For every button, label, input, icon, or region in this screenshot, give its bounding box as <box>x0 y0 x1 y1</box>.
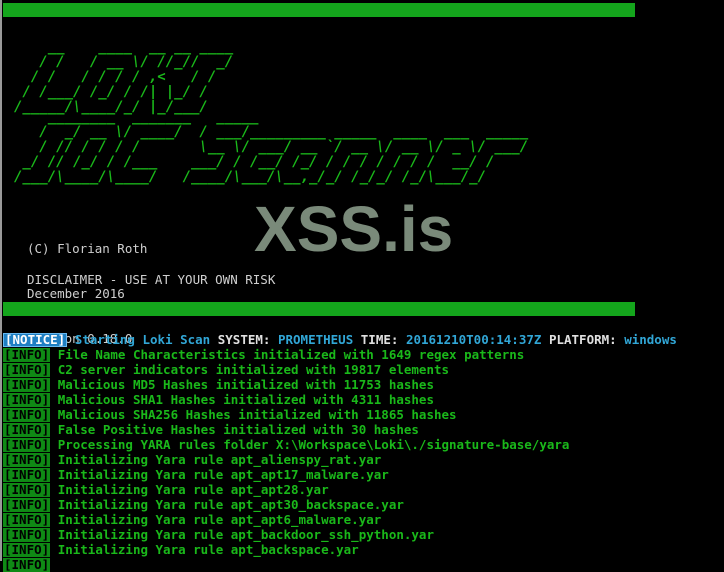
top-separator-bar <box>3 3 635 17</box>
time-key: TIME: <box>360 332 399 347</box>
log-line: [INFO] Initializing Yara rule apt_apt28.… <box>3 482 724 497</box>
log-text: File Name Characteristics initialized wi… <box>57 347 525 362</box>
log-text: Malicious SHA1 Hashes initialized with 4… <box>57 392 434 407</box>
info-tag: [INFO] <box>3 377 51 392</box>
info-tag: [INFO] <box>3 422 51 437</box>
log-text: Initializing Yara rule apt_alienspy_rat.… <box>57 452 382 467</box>
info-tag: [INFO] <box>3 437 51 452</box>
log-text: Initializing Yara rule apt_apt6_malware.… <box>57 512 382 527</box>
info-tag: [INFO] <box>3 392 51 407</box>
system-value: PROMETHEUS <box>277 332 354 347</box>
platform-key: PLATFORM: <box>548 332 617 347</box>
log-line: [INFO] Initializing Yara rule apt_apt6_m… <box>3 512 724 527</box>
ioc-scanner-ascii-logo: ________ _______ _____ / _/ __ \/ ____/ … <box>14 109 529 185</box>
log-line: [INFO] Processing YARA rules folder X:\W… <box>3 437 724 452</box>
info-tag: [INFO] <box>3 557 51 572</box>
info-tag: [INFO] <box>3 362 51 377</box>
author-text: (C) Florian Roth <box>27 241 148 256</box>
system-key: SYSTEM: <box>217 332 271 347</box>
notice-line: [NOTICE] Starting Loki Scan SYSTEM: PROM… <box>3 332 724 347</box>
log-line: [INFO] <box>3 557 724 572</box>
info-tag: [INFO] <box>3 452 51 467</box>
log-line: [INFO] Initializing Yara rule apt_apt30_… <box>3 497 724 512</box>
info-tag: [INFO] <box>3 497 51 512</box>
log-text: Processing YARA rules folder X:\Workspac… <box>57 437 570 452</box>
window-left-edge <box>0 0 2 561</box>
log-text: Malicious MD5 Hashes initialized with 11… <box>57 377 434 392</box>
disclaimer-text: DISCLAIMER - USE AT YOUR OWN RISK <box>27 272 276 287</box>
log-line: [INFO] Initializing Yara rule apt_aliens… <box>3 452 724 467</box>
notice-message: Starting Loki Scan <box>74 332 211 347</box>
log-line: [INFO] Initializing Yara rule apt_apt17_… <box>3 467 724 482</box>
scan-log: [NOTICE] Starting Loki Scan SYSTEM: PROM… <box>3 332 724 572</box>
info-tag: [INFO] <box>3 527 51 542</box>
log-line: [INFO] C2 server indicators initialized … <box>3 362 724 377</box>
log-text: Initializing Yara rule apt_apt28.yar <box>57 482 329 497</box>
log-text: Initializing Yara rule apt_apt17_malware… <box>57 467 389 482</box>
log-line: [INFO] Malicious MD5 Hashes initialized … <box>3 377 724 392</box>
log-text: Malicious SHA256 Hashes initialized with… <box>57 407 457 422</box>
log-line: [INFO] Malicious SHA256 Hashes initializ… <box>3 407 724 422</box>
log-line: [INFO] Malicious SHA1 Hashes initialized… <box>3 392 724 407</box>
log-text: Initializing Yara rule apt_backdoor_ssh_… <box>57 527 434 542</box>
date-text: December 2016 <box>27 286 125 301</box>
log-line: [INFO] Initializing Yara rule apt_backsp… <box>3 542 724 557</box>
info-tag: [INFO] <box>3 347 51 362</box>
watermark-logo: XSS.is <box>254 193 454 265</box>
platform-value: windows <box>624 332 677 347</box>
notice-tag: [NOTICE] <box>3 332 68 347</box>
log-line: [INFO] File Name Characteristics initial… <box>3 347 724 362</box>
log-line: [INFO] False Positive Hashes initialized… <box>3 422 724 437</box>
bottom-separator-bar <box>3 302 635 316</box>
info-tag: [INFO] <box>3 407 51 422</box>
log-text: Initializing Yara rule apt_apt30_backspa… <box>57 497 404 512</box>
log-text: C2 server indicators initialized with 19… <box>57 362 450 377</box>
time-value: 20161210T00:14:37Z <box>405 332 542 347</box>
log-line: [INFO] Initializing Yara rule apt_backdo… <box>3 527 724 542</box>
info-lines: [INFO] File Name Characteristics initial… <box>3 347 724 572</box>
info-tag: [INFO] <box>3 542 51 557</box>
log-text: False Positive Hashes initialized with 3… <box>57 422 419 437</box>
log-text: Initializing Yara rule apt_backspace.yar <box>57 542 359 557</box>
info-tag: [INFO] <box>3 482 51 497</box>
info-tag: [INFO] <box>3 512 51 527</box>
info-tag: [INFO] <box>3 467 51 482</box>
loki-ascii-logo: __ ____ __ __ ____ / / / __ \/ //_// _/ … <box>14 39 234 115</box>
